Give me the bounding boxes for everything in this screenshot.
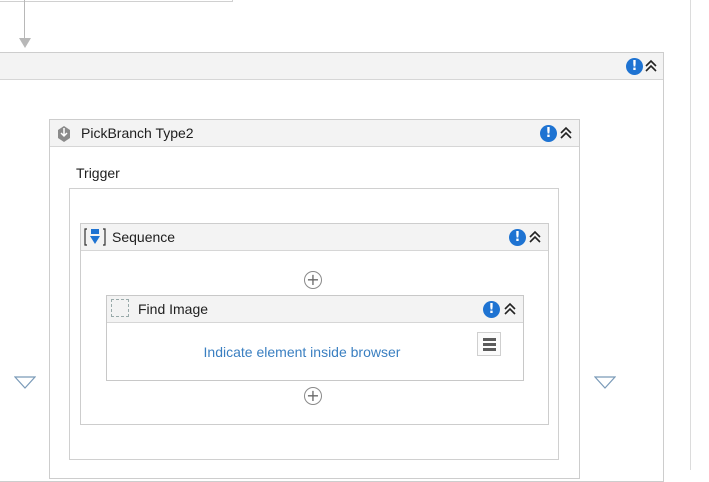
add-activity-icon[interactable]: + xyxy=(304,271,322,289)
menu-bar xyxy=(483,338,496,341)
sequence-header[interactable]: Sequence ! xyxy=(81,224,548,251)
sequence-activity[interactable]: Sequence ! + Find Image ! Indicate eleme… xyxy=(80,223,549,425)
find-image-icon xyxy=(111,299,129,317)
menu-bar xyxy=(483,343,496,346)
warning-icon[interactable]: ! xyxy=(483,301,500,318)
pick-branch-title: PickBranch Type2 xyxy=(81,125,194,141)
right-edge-divider xyxy=(690,0,691,470)
flow-connector-line xyxy=(24,0,25,38)
options-menu-button[interactable] xyxy=(477,332,501,356)
pick-branch-activity[interactable]: PickBranch Type2 ! Trigger Sequence ! + … xyxy=(49,119,580,479)
collapse-icon[interactable] xyxy=(503,301,517,317)
trigger-drop-area[interactable]: Sequence ! + Find Image ! Indicate eleme… xyxy=(69,188,559,460)
collapse-icon[interactable] xyxy=(644,58,658,74)
sequence-title: Sequence xyxy=(112,229,176,245)
collapse-icon[interactable] xyxy=(559,125,573,141)
previous-activity-box xyxy=(0,0,233,2)
pick-branch-header[interactable]: PickBranch Type2 ! xyxy=(50,120,579,147)
trigger-label: Trigger xyxy=(76,165,120,181)
left-drop-target-icon[interactable] xyxy=(14,376,36,389)
collapse-icon[interactable] xyxy=(528,229,542,245)
find-image-header[interactable]: Find Image ! xyxy=(107,296,523,323)
warning-icon[interactable]: ! xyxy=(540,125,557,142)
menu-bar xyxy=(483,348,496,351)
outer-activity-header[interactable]: ! xyxy=(0,53,663,80)
right-drop-target-icon[interactable] xyxy=(594,376,616,389)
find-image-title: Find Image xyxy=(138,301,209,317)
find-image-activity[interactable]: Find Image ! Indicate element inside bro… xyxy=(106,295,524,381)
indicate-element-link[interactable]: Indicate element inside browser xyxy=(107,344,497,360)
sequence-icon xyxy=(84,228,106,246)
pick-branch-icon xyxy=(58,126,70,142)
add-activity-icon[interactable]: + xyxy=(304,387,322,405)
warning-icon[interactable]: ! xyxy=(509,229,526,246)
warning-icon[interactable]: ! xyxy=(626,58,643,75)
flow-arrow-head xyxy=(19,38,31,48)
